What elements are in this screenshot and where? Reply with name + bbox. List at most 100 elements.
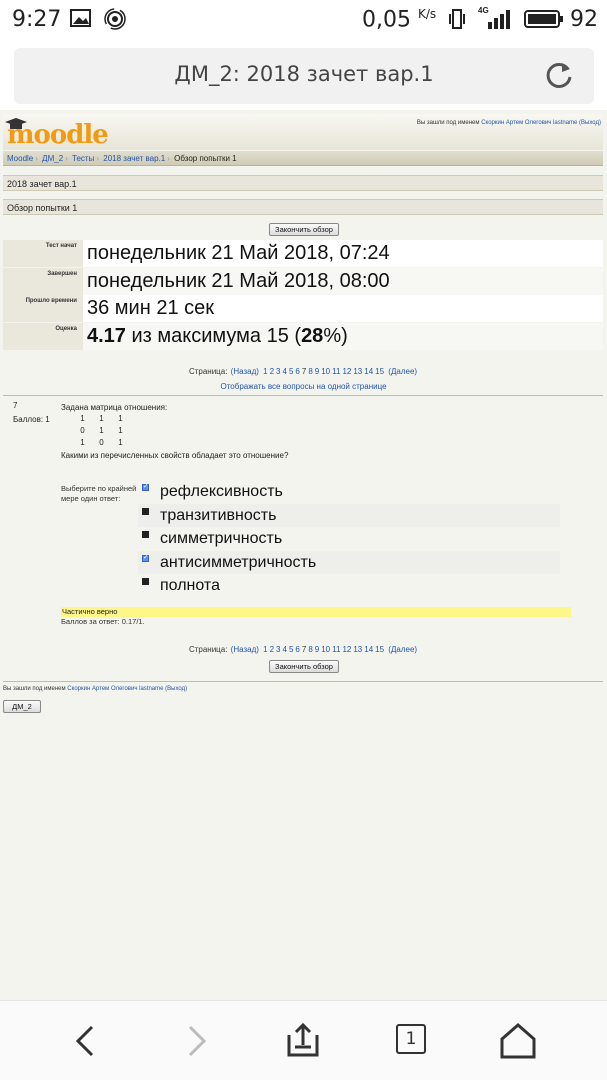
pager-page-link[interactable]: 3 [276,367,280,376]
checkbox-checked[interactable] [142,553,149,562]
logout-link[interactable]: (Выход) [579,120,601,126]
pager-page-link[interactable]: 15 [375,367,384,376]
pager-page-link[interactable]: 13 [353,367,362,376]
pager-page-link[interactable]: 2 [270,645,274,654]
pager-page-link[interactable]: 8 [308,367,312,376]
user-link[interactable]: Скоркин Артем Олегович lastname [481,120,577,126]
vibrate-icon [449,9,465,29]
pager-page-link[interactable]: 12 [342,367,351,376]
pager-top: Страница: (Назад) 1 2 3 4 5 6 7 8 9 10 11 12 13 14 15 … [188,367,418,376]
logged-in-info: Вы зашли под именем Скоркин Артем Олегов… [416,120,601,126]
summary-row-started: Тест начат понедельник 21 Май 2018, 07:2… [3,240,603,268]
pager-prev[interactable]: (Назад) [231,645,259,654]
battery-icon [524,10,563,28]
answer-label: симметричность [160,530,283,547]
logged-in-footer: Вы зашли под именем Скоркин Артем Олегов… [3,686,188,692]
pager-page-link[interactable]: 9 [315,367,319,376]
logout-link-footer[interactable]: (Выход) [165,686,187,692]
pager-page-link[interactable]: 5 [289,645,293,654]
battery-percent: 92 [570,7,598,32]
summary-row-grade: Оценка 4.17 из максимума 15 (28%) [3,322,603,351]
pager-page-link[interactable]: 2 [270,367,274,376]
pager-page-link[interactable]: 10 [321,367,330,376]
checkbox-unchecked[interactable] [142,507,149,515]
pager-next[interactable]: (Далее) [388,367,417,376]
divider [3,395,603,396]
pager-page-link[interactable]: 1 [263,645,267,654]
checkbox-checked[interactable] [142,482,149,491]
breadcrumb-quiz[interactable]: 2018 зачет вар.1 [103,154,165,163]
breadcrumb-course[interactable]: ДМ_2 [42,154,63,163]
question-points: Баллов: 1 [13,415,50,424]
attempt-summary: Тест начат понедельник 21 Май 2018, 07:2… [3,240,603,350]
pager-page-link[interactable]: 13 [353,645,362,654]
answer-option[interactable]: рефлексивность [138,480,560,504]
review-title-bar: Обзор попытки 1 [3,199,603,215]
graduation-cap-icon [5,118,27,129]
pager-prev[interactable]: (Назад) [231,367,259,376]
pager-page-link[interactable]: 1 [263,367,267,376]
checkbox-unchecked[interactable] [142,531,149,538]
tab-count-button[interactable]: 1 [396,1024,426,1054]
pager-page-link[interactable]: 12 [342,645,351,654]
home-icon[interactable] [498,1021,538,1061]
pager-current-page: 7 [301,645,307,654]
pager-page-link[interactable]: 6 [295,367,299,376]
answer-label: полнота [160,577,220,594]
answer-option[interactable]: симметричность [138,527,560,551]
answer-score: Баллов за ответ: 0.17/1. [61,617,145,626]
image-icon [70,9,91,27]
user-link-footer[interactable]: Скоркин Артем Олегович lastname [67,686,163,692]
reload-icon[interactable] [544,60,574,90]
finish-review-button-top[interactable]: Закончить обзор [269,223,339,236]
show-all-questions-link[interactable]: Отображать все вопросы на одной странице [0,382,607,391]
answer-option[interactable]: антисимметричность [138,550,560,574]
web-page: moodle Вы зашли под именем Скоркин Артем… [0,110,607,1000]
pager-page-link[interactable]: 5 [289,367,293,376]
pager-page-link[interactable]: 14 [364,367,373,376]
back-icon[interactable] [66,1021,106,1061]
address-bar[interactable]: ДМ_2: 2018 зачет вар.1 [14,48,594,104]
breadcrumb-current: Обзор попытки 1 [174,154,237,163]
answer-option[interactable]: транзитивность [138,503,560,527]
answer-prompt: Выберите по крайней мере один ответ: [61,484,137,503]
pager-page-link[interactable]: 11 [332,645,340,654]
answer-option[interactable]: полнота [138,574,560,598]
pager-page-link[interactable]: 8 [308,645,312,654]
moodle-header: moodle Вы зашли под именем Скоркин Артем… [3,114,603,150]
question-line: Какими из перечисленных свойств обладает… [61,451,289,460]
pager-page-link[interactable]: 3 [276,645,280,654]
pager-page-link[interactable]: 14 [364,645,373,654]
pager-page-link[interactable]: 9 [315,645,319,654]
answer-label: антисимметричность [160,553,317,571]
summary-row-finished: Завершен понедельник 21 Май 2018, 08:00 [3,267,603,296]
status-bar: 9:27 0,05 K/s 4G 92 [0,0,607,38]
pager-page-link[interactable]: 11 [332,367,340,376]
forward-icon[interactable] [176,1021,216,1061]
hotspot-icon [104,8,126,30]
pager-page-link[interactable]: 4 [283,645,287,654]
pager-page-link[interactable]: 6 [295,645,299,654]
feedback-partially-correct: Частично верно [61,607,571,617]
pager-bottom: Страница: (Назад) 1 2 3 4 5 6 7 8 9 10 11 12 13 14 15 … [188,645,418,654]
breadcrumb: Moodle › ДМ_2 › Тесты › 2018 зачет вар.1 › О… [3,151,603,166]
pager-page-link[interactable]: 15 [375,645,384,654]
pager-page-link[interactable]: 10 [321,645,330,654]
breadcrumb-moodle[interactable]: Moodle [7,154,33,163]
moodle-logo[interactable]: moodle [5,118,109,150]
checkbox-unchecked[interactable] [142,578,149,585]
question-number: 7 [13,401,18,410]
relation-matrix: 111 011 101 [80,414,123,447]
course-button[interactable]: ДМ_2 [3,700,41,713]
divider [3,681,603,682]
share-icon[interactable] [283,1021,323,1061]
pager-current-page: 7 [301,367,307,376]
breadcrumb-tests[interactable]: Тесты [72,154,94,163]
answer-list: рефлексивность транзитивность симметричнос… [138,480,560,598]
pager-next[interactable]: (Далее) [388,645,417,654]
page-title: ДМ_2: 2018 зачет вар.1 [174,62,434,86]
signal-icon [488,10,510,29]
pager-page-link[interactable]: 4 [283,367,287,376]
status-time: 9:27 [12,7,62,32]
finish-review-button-bottom[interactable]: Закончить обзор [269,660,339,673]
